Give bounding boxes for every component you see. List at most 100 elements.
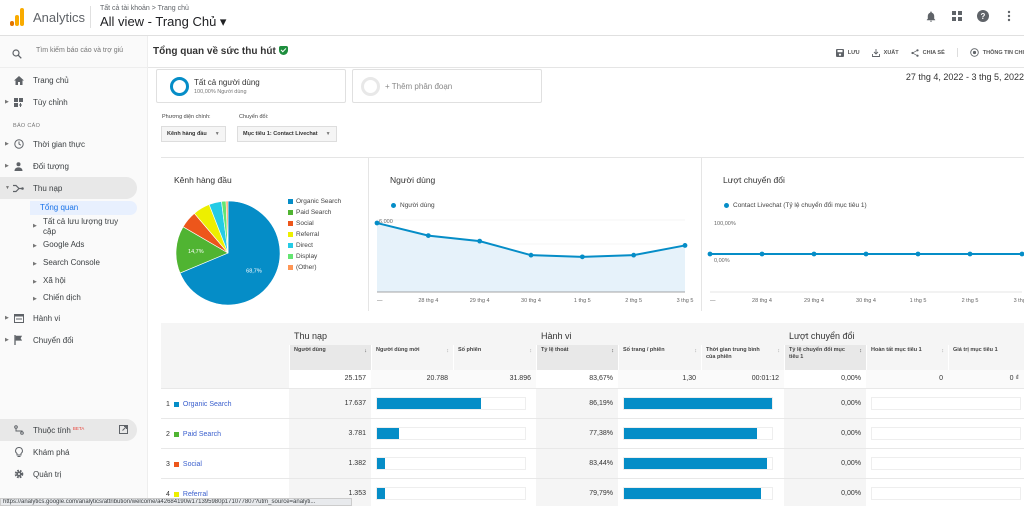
acquisition-icon bbox=[13, 183, 24, 194]
bell-icon[interactable] bbox=[924, 9, 938, 23]
data-point[interactable] bbox=[477, 238, 483, 244]
col-bounce-rate[interactable]: Tỷ lệ thoát ↕ bbox=[536, 345, 618, 370]
pie-data-label: 68,7% bbox=[246, 268, 262, 274]
view-selector[interactable]: All view - Trang Chủ ▾ bbox=[100, 14, 226, 30]
nav-attribution[interactable]: Thuộc tính BETA bbox=[0, 419, 137, 441]
insights-button[interactable]: THÔNG TIN CHI bbox=[970, 48, 1024, 57]
nav-realtime[interactable]: ▶ Thời gian thực bbox=[0, 133, 137, 155]
nav-behavior[interactable]: ▶ Hành vi bbox=[0, 307, 137, 329]
data-point[interactable] bbox=[374, 220, 380, 226]
export-button[interactable]: XUẤT bbox=[871, 48, 899, 57]
nav-campaigns[interactable]: ▶ Chiến dịch bbox=[33, 293, 137, 305]
data-point[interactable] bbox=[811, 251, 817, 257]
data-point[interactable] bbox=[682, 243, 688, 248]
table-row: 1 Organic Search 17.637 86,19% 0,00% bbox=[161, 388, 1024, 419]
users-value: 17.637 bbox=[344, 400, 366, 407]
nav-social[interactable]: ▶ Xã hội bbox=[33, 276, 137, 288]
lightbulb-icon bbox=[13, 447, 24, 458]
open-external-icon[interactable] bbox=[119, 424, 128, 436]
browser-icon bbox=[13, 313, 24, 324]
col-pages-per-session[interactable]: Số trang / phiên ↕ bbox=[618, 345, 701, 370]
users-line-chart[interactable]: 2.0004.0006.000—28 thg 429 thg 430 thg 4… bbox=[369, 216, 701, 311]
report-content: Tất cả người dùng 100,00% Người dùng + T… bbox=[148, 68, 1024, 509]
conversions-card: Lượt chuyển đổi Contact Livechat (Tỷ lệ … bbox=[702, 158, 1024, 311]
conversion-bar bbox=[871, 487, 1021, 500]
data-point[interactable] bbox=[707, 251, 713, 257]
col-goal1-value[interactable]: Giá trị mục tiêu 1 bbox=[948, 345, 1024, 370]
bounce-rate-value: 79,79% bbox=[589, 490, 613, 497]
data-point[interactable] bbox=[967, 251, 973, 257]
empty-segment-ring-icon bbox=[361, 77, 380, 96]
col-users[interactable]: Người dùng ↓ bbox=[289, 345, 371, 370]
channel-link[interactable]: Organic Search bbox=[183, 401, 232, 408]
sort-icon: ↕ bbox=[777, 348, 780, 354]
share-button[interactable]: CHIA SẺ bbox=[911, 48, 945, 57]
segment-all-users[interactable]: Tất cả người dùng 100,00% Người dùng bbox=[156, 69, 346, 103]
data-point[interactable] bbox=[863, 251, 869, 257]
channel-link[interactable]: Social bbox=[183, 461, 202, 468]
users-chart-title: Người dùng bbox=[390, 175, 436, 185]
conversion-dropdown[interactable]: Mục tiêu 1: Contact Livechat ▼ bbox=[237, 126, 337, 142]
group-behavior: Hành vi bbox=[541, 331, 572, 341]
sort-icon: ↕ bbox=[694, 348, 697, 354]
channels-pie-chart[interactable]: 68,7% 14,7% bbox=[168, 198, 288, 308]
users-bar bbox=[376, 457, 526, 470]
nav-all-traffic[interactable]: ▶ Tất cả lưu lượng truy cập bbox=[33, 217, 137, 237]
legend-item: Direct bbox=[288, 242, 313, 249]
total-goal1-conversion-rate: 0,00% bbox=[784, 370, 866, 388]
bounce-bar-cell bbox=[618, 449, 784, 479]
breadcrumb[interactable]: Tất cả tài khoản > Trang chủ bbox=[100, 5, 189, 12]
nav-discover[interactable]: Khám phá bbox=[0, 441, 137, 463]
search-input[interactable]: Tìm kiếm báo cáo và trợ giú bbox=[36, 47, 123, 54]
person-icon bbox=[13, 161, 24, 172]
channel-cell: 2 Paid Search bbox=[161, 419, 289, 449]
date-range-picker[interactable]: 27 thg 4, 2022 - 3 thg 5, 2022 bbox=[906, 72, 1024, 82]
table-row: 2 Paid Search 3.781 77,38% 0,00% bbox=[161, 418, 1024, 449]
legend-dot bbox=[391, 203, 396, 208]
group-acquisition: Thu nạp bbox=[294, 331, 328, 341]
nav-customize[interactable]: ▶ Tùy chỉnh bbox=[0, 91, 137, 113]
nav-google-ads[interactable]: ▶ Google Ads bbox=[33, 240, 137, 252]
col-new-users[interactable]: Người dùng mới ↕ bbox=[371, 345, 453, 370]
nav-home[interactable]: Trang chủ bbox=[0, 69, 137, 91]
x-tick-label: — bbox=[710, 298, 716, 304]
nav-admin[interactable]: Quản trị bbox=[0, 463, 137, 485]
data-point[interactable] bbox=[425, 233, 431, 238]
x-tick-label: 1 thg 5 bbox=[910, 298, 927, 304]
apps-icon[interactable] bbox=[950, 9, 964, 23]
bounce-bar-fill bbox=[624, 428, 757, 439]
conversions-line-chart[interactable]: 100,00% 0,00% — 28 thg 4 29 thg 4 30 thg 4 1 t… bbox=[702, 216, 1024, 311]
row-rank: 1 bbox=[166, 400, 170, 408]
channel-link[interactable]: Referral bbox=[183, 491, 208, 498]
channel-link[interactable]: Paid Search bbox=[183, 431, 221, 438]
data-point[interactable] bbox=[528, 252, 534, 258]
nav-acquisition[interactable]: ▼ Thu nạp bbox=[0, 177, 137, 199]
dashboard-icon bbox=[13, 97, 24, 108]
data-point[interactable] bbox=[631, 252, 637, 258]
total-new-users: 20.788 bbox=[371, 370, 453, 388]
add-segment-button[interactable]: + Thêm phân đoạn bbox=[352, 69, 542, 103]
report-search[interactable]: Tìm kiếm báo cáo và trợ giú bbox=[0, 36, 148, 68]
legend-swatch bbox=[288, 199, 293, 204]
legend-label: Display bbox=[296, 253, 318, 260]
save-button[interactable]: LƯU bbox=[835, 48, 860, 57]
more-vert-icon[interactable] bbox=[1002, 9, 1016, 23]
nav-audience[interactable]: ▶ Đối tượng bbox=[0, 155, 137, 177]
sort-desc-icon: ↓ bbox=[364, 348, 367, 354]
primary-dimension-dropdown[interactable]: Kênh hàng đầu ▼ bbox=[161, 126, 226, 142]
bounce-bar-fill bbox=[624, 458, 768, 469]
col-sessions[interactable]: Số phiên ↕ bbox=[453, 345, 536, 370]
help-icon[interactable]: ? bbox=[976, 9, 990, 23]
data-point[interactable] bbox=[579, 254, 585, 260]
nav-search-console[interactable]: ▶ Search Console bbox=[33, 258, 137, 270]
nav-acquisition-overview[interactable]: Tổng quan bbox=[30, 201, 137, 215]
data-point[interactable] bbox=[915, 251, 921, 257]
col-avg-session-duration[interactable]: Thời gian trung bình của phiên ↕ bbox=[701, 345, 784, 370]
data-point[interactable] bbox=[1019, 251, 1024, 257]
data-point[interactable] bbox=[759, 251, 765, 257]
legend-item: Organic Search bbox=[288, 198, 341, 205]
users-bar-fill bbox=[377, 428, 400, 439]
nav-conversions[interactable]: ▶ Chuyển đổi bbox=[0, 329, 137, 351]
col-goal1-completions[interactable]: Hoàn tất mục tiêu 1 ↕ bbox=[866, 345, 948, 370]
col-goal1-conversion-rate[interactable]: Tỷ lệ chuyển đổi mục tiêu 1 ↕ bbox=[784, 345, 866, 370]
